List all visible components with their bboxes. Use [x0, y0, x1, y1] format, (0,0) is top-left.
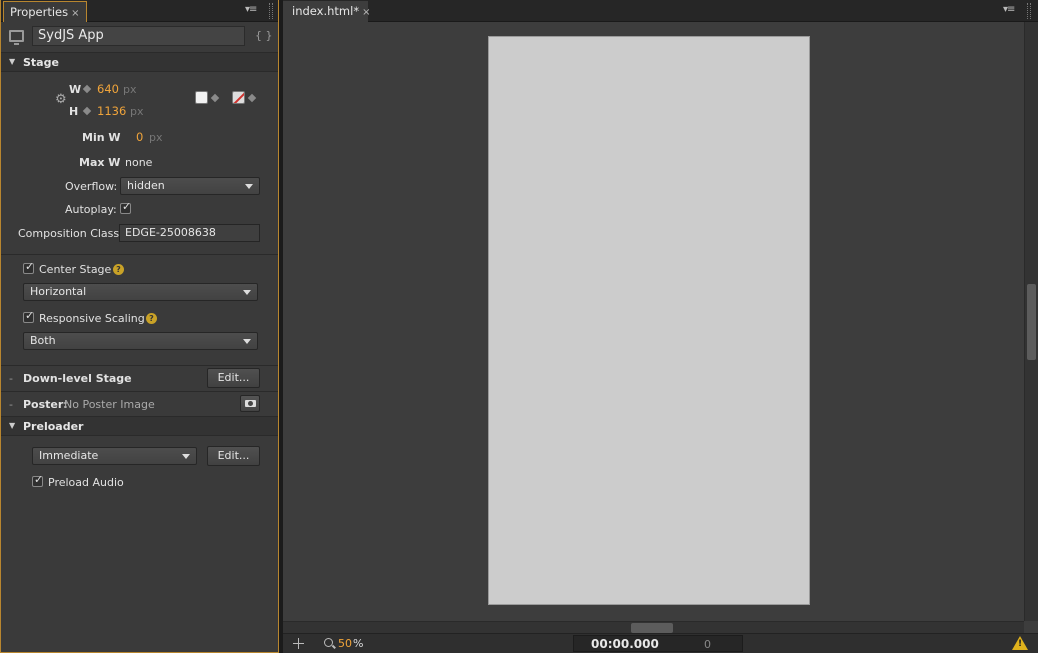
properties-tabbar: Properties × ▾≡ — [1, 0, 278, 22]
tab-properties-label: Properties — [10, 5, 69, 19]
preloader-dropdown-value: Immediate — [39, 449, 99, 462]
composition-class-label: Composition Class: — [18, 227, 123, 240]
help-icon[interactable]: ? — [113, 264, 124, 275]
check-icon: ✓ — [25, 260, 35, 273]
responsive-scaling-checkbox[interactable]: ✓ — [23, 309, 35, 323]
max-w-value[interactable]: none — [125, 156, 152, 169]
overflow-dropdown-value: hidden — [127, 179, 165, 192]
zoom-value[interactable]: 50 — [338, 637, 352, 650]
overflow-color-swatch[interactable] — [232, 91, 245, 104]
crosshair-icon[interactable] — [293, 638, 304, 649]
status-bar: 50 % 00:00.000 0 ! — [283, 633, 1038, 653]
height-unit[interactable]: px — [130, 105, 144, 118]
overflow-dropdown[interactable]: hidden — [120, 177, 260, 195]
playhead-time-display[interactable]: 00:00.000 0 — [573, 635, 743, 652]
max-w-label: Max W — [79, 156, 121, 169]
document-tabbar: index.html* × ▾≡ — [283, 0, 1038, 22]
document-tab-label: index.html* — [292, 4, 360, 18]
preloader-edit-button[interactable]: Edit... — [207, 446, 260, 466]
preloader-section-header[interactable]: ▼ Preloader — [1, 416, 278, 436]
preload-audio-checkbox[interactable]: ✓ — [32, 473, 44, 487]
check-icon: ✓ — [34, 473, 44, 486]
stage-section-title: Stage — [23, 56, 59, 69]
stage-section-header[interactable]: ▼ Stage — [1, 52, 278, 72]
composition-name-field[interactable]: SydJS App — [32, 26, 245, 46]
tab-index-html[interactable]: index.html* × — [283, 1, 370, 22]
horizontal-scrollbar-thumb[interactable] — [631, 623, 673, 633]
monitor-icon — [9, 30, 24, 45]
properties-panel: Properties × ▾≡ SydJS App { } ▼ Stage ⚙ W… — [0, 0, 279, 653]
preloader-section-title: Preloader — [23, 420, 84, 433]
divider — [1, 365, 278, 366]
width-value[interactable]: 640 — [97, 82, 119, 96]
triangle-down-icon: ▼ — [9, 57, 16, 66]
code-brackets-icon[interactable]: { } — [255, 29, 273, 42]
frame-counter[interactable]: 0 — [704, 638, 711, 651]
center-stage-dropdown[interactable]: Horizontal — [23, 283, 258, 301]
height-value[interactable]: 1136 — [97, 104, 126, 118]
collapsed-bullet-icon: - — [9, 372, 13, 385]
warning-icon[interactable]: ! — [1012, 636, 1028, 650]
composition-class-field[interactable]: EDGE-25008638 — [119, 224, 260, 242]
panel-grip-icon[interactable] — [1027, 3, 1031, 19]
triangle-down-icon: ▼ — [9, 421, 16, 430]
divider — [1, 391, 278, 392]
min-w-unit[interactable]: px — [149, 131, 163, 144]
divider — [1, 254, 278, 255]
width-keyframe-diamond-icon[interactable] — [82, 84, 92, 94]
chevron-down-icon — [243, 339, 251, 344]
height-keyframe-diamond-icon[interactable] — [82, 106, 92, 116]
check-icon: ✓ — [25, 309, 35, 322]
overflow-color-keyframe-diamond-icon[interactable] — [247, 93, 257, 103]
min-w-label: Min W — [82, 131, 121, 144]
horizontal-scrollbar[interactable] — [283, 621, 1024, 633]
chevron-down-icon — [182, 454, 190, 459]
help-icon[interactable]: ? — [146, 313, 157, 324]
autoplay-checkbox[interactable]: ✓ — [120, 200, 132, 214]
stage-panel: index.html* × ▾≡ 50 % 00:00.000 0 ! — [283, 0, 1038, 653]
responsive-scaling-dropdown-value: Both — [30, 334, 56, 347]
center-stage-checkbox[interactable]: ✓ — [23, 260, 35, 274]
overflow-label: Overflow: — [65, 180, 118, 193]
poster-label: Poster: — [23, 398, 68, 411]
close-icon[interactable]: × — [362, 7, 370, 18]
background-color-swatch[interactable] — [195, 91, 208, 104]
preloader-dropdown[interactable]: Immediate — [32, 447, 197, 465]
stage-canvas[interactable] — [488, 36, 810, 605]
check-icon: ✓ — [122, 200, 132, 213]
camera-icon[interactable] — [240, 395, 260, 412]
zoom-icon[interactable] — [324, 638, 333, 647]
panel-menu-icon[interactable]: ▾≡ — [245, 4, 257, 15]
tab-properties[interactable]: Properties × — [3, 1, 87, 22]
down-level-edit-button[interactable]: Edit... — [207, 368, 260, 388]
panel-menu-icon[interactable]: ▾≡ — [1003, 4, 1015, 15]
close-icon[interactable]: × — [71, 8, 79, 19]
vertical-scrollbar-thumb[interactable] — [1027, 284, 1036, 360]
collapsed-bullet-icon: - — [9, 398, 13, 411]
chevron-down-icon — [243, 290, 251, 295]
width-label: W — [69, 83, 82, 96]
min-w-value[interactable]: 0 — [136, 130, 143, 144]
poster-value: No Poster Image — [64, 398, 155, 411]
autoplay-label: Autoplay: — [65, 203, 117, 216]
link-dimensions-icon[interactable]: ⚙ — [55, 92, 67, 107]
responsive-scaling-label: Responsive Scaling — [39, 312, 145, 325]
vertical-scrollbar[interactable] — [1024, 22, 1038, 621]
composition-row: SydJS App { } — [1, 24, 278, 49]
panel-grip-icon[interactable] — [269, 3, 273, 19]
down-level-stage-label: Down-level Stage — [23, 372, 132, 385]
center-stage-label: Center Stage — [39, 263, 112, 276]
responsive-scaling-dropdown[interactable]: Both — [23, 332, 258, 350]
bg-color-keyframe-diamond-icon[interactable] — [210, 93, 220, 103]
preload-audio-label: Preload Audio — [48, 476, 124, 489]
center-stage-dropdown-value: Horizontal — [30, 285, 87, 298]
chevron-down-icon — [245, 184, 253, 189]
zoom-unit: % — [353, 637, 364, 650]
height-label: H — [69, 105, 79, 118]
width-unit[interactable]: px — [123, 83, 137, 96]
playhead-time[interactable]: 00:00.000 — [591, 637, 659, 651]
